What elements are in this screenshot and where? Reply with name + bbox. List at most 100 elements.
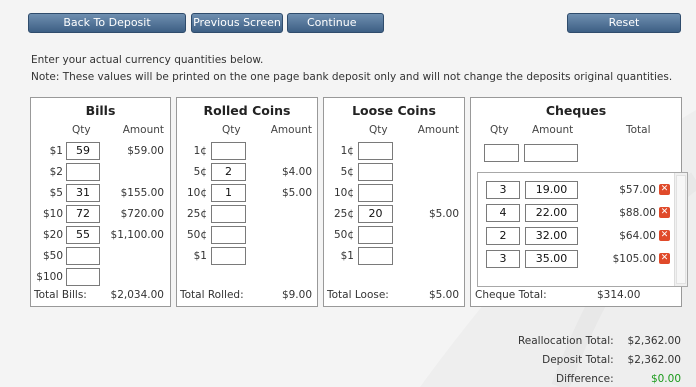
remove-cheque-icon[interactable]: ✕ bbox=[659, 253, 670, 264]
rolled-row-label: 10¢ bbox=[186, 187, 207, 199]
bills-row-label: $50 bbox=[42, 250, 63, 262]
loose-qty-input[interactable] bbox=[358, 247, 393, 265]
bills-row-label: $2 bbox=[49, 166, 63, 178]
loose-qty-input[interactable]: 20 bbox=[358, 205, 393, 223]
loose-row-label: 1¢ bbox=[340, 145, 354, 157]
rolled-qty-input[interactable] bbox=[211, 205, 246, 223]
note-text: Note: These values will be printed on th… bbox=[31, 71, 673, 83]
difference-row: Difference: $0.00 bbox=[556, 373, 681, 385]
loose-coins-panel: Loose Coins Qty Amount 1¢ 5¢ 10¢ 25¢ 20 … bbox=[323, 97, 465, 307]
bills-qty-input[interactable]: 59 bbox=[66, 142, 100, 160]
rolled-qty-input[interactable]: 1 bbox=[211, 184, 246, 202]
bills-row-amount: $1,100.00 bbox=[110, 229, 164, 241]
loose-qty-input[interactable] bbox=[358, 184, 393, 202]
bills-total-value: $2,034.00 bbox=[110, 289, 164, 301]
bills-qty-input[interactable] bbox=[66, 268, 100, 286]
reallocation-total-label: Reallocation Total: bbox=[517, 335, 614, 347]
bills-row-label: $10 bbox=[42, 208, 63, 220]
bills-row-amount: $155.00 bbox=[120, 187, 164, 199]
rolled-qty-input[interactable] bbox=[211, 247, 246, 265]
rolled-qty-input[interactable]: 2 bbox=[211, 163, 246, 181]
cheque-row-total: $57.00 bbox=[619, 184, 656, 196]
cheque-total-label: Cheque Total: bbox=[475, 289, 547, 301]
cheque-amount-input[interactable]: 22.00 bbox=[525, 204, 578, 222]
cheque-qty-input[interactable]: 4 bbox=[486, 204, 520, 222]
rolled-amount-header: Amount bbox=[270, 124, 312, 136]
bills-qty-input[interactable]: 72 bbox=[66, 205, 100, 223]
loose-total-value: $5.00 bbox=[428, 289, 459, 301]
cheque-row-total: $105.00 bbox=[612, 253, 656, 265]
cheques-amount-header: Amount bbox=[532, 124, 574, 136]
cheque-amount-input[interactable]: 32.00 bbox=[525, 227, 578, 245]
loose-qty-input[interactable] bbox=[358, 226, 393, 244]
new-cheque-qty-input[interactable] bbox=[484, 144, 519, 162]
deposit-total-row: Deposit Total: $2,362.00 bbox=[542, 354, 681, 366]
loose-row-label: 50¢ bbox=[333, 229, 354, 241]
bills-qty-input[interactable] bbox=[66, 247, 100, 265]
continue-button[interactable]: Continue bbox=[287, 13, 384, 33]
cheque-list-scrollbar[interactable] bbox=[674, 173, 687, 286]
reallocation-total-row: Reallocation Total: $2,362.00 bbox=[518, 335, 681, 347]
bills-row-label: $5 bbox=[49, 187, 63, 199]
rolled-total-value: $9.00 bbox=[281, 289, 312, 301]
instructions-text: Enter your actual currency quantities be… bbox=[31, 54, 264, 66]
rolled-row-label: $1 bbox=[193, 250, 207, 262]
rolled-row-label: 50¢ bbox=[186, 229, 207, 241]
cheque-amount-input[interactable]: 35.00 bbox=[525, 250, 578, 268]
new-cheque-amount-input[interactable] bbox=[524, 144, 578, 162]
rolled-total-label: Total Rolled: bbox=[180, 289, 244, 301]
cheque-qty-input[interactable]: 2 bbox=[486, 227, 520, 245]
cheque-row-total: $88.00 bbox=[619, 207, 656, 219]
loose-qty-input[interactable] bbox=[358, 142, 393, 160]
difference-value: $0.00 bbox=[650, 373, 681, 385]
cheque-total-value: $314.00 bbox=[597, 289, 641, 301]
reset-button[interactable]: Reset bbox=[567, 13, 681, 33]
cheque-amount-input[interactable]: 19.00 bbox=[525, 181, 578, 199]
bills-row-label: $1 bbox=[49, 145, 63, 157]
bills-qty-header: Qty bbox=[72, 124, 91, 136]
cheque-qty-input[interactable]: 3 bbox=[486, 250, 520, 268]
rolled-row-label: 5¢ bbox=[193, 166, 207, 178]
bills-row-amount: $59.00 bbox=[127, 145, 164, 157]
reallocation-total-value: $2,362.00 bbox=[627, 335, 681, 347]
difference-label: Difference: bbox=[555, 373, 614, 385]
rolled-row-amount: $5.00 bbox=[281, 187, 312, 199]
bills-row-label: $20 bbox=[42, 229, 63, 241]
cheques-total-header: Total bbox=[626, 124, 651, 136]
remove-cheque-icon[interactable]: ✕ bbox=[659, 184, 670, 195]
bills-row-amount: $720.00 bbox=[120, 208, 164, 220]
remove-cheque-icon[interactable]: ✕ bbox=[659, 207, 670, 218]
previous-screen-button[interactable]: Previous Screen bbox=[191, 13, 283, 33]
bills-qty-input[interactable]: 31 bbox=[66, 184, 100, 202]
bills-qty-input[interactable] bbox=[66, 163, 100, 181]
rolled-qty-input[interactable] bbox=[211, 226, 246, 244]
loose-row-label: 5¢ bbox=[340, 166, 354, 178]
loose-amount-header: Amount bbox=[417, 124, 459, 136]
back-to-deposit-button[interactable]: Back To Deposit bbox=[28, 13, 186, 33]
loose-qty-input[interactable] bbox=[358, 163, 393, 181]
cheques-title: Cheques bbox=[545, 103, 607, 118]
bills-panel: Bills Qty Amount $1 59 $59.00 $2 $5 31 $… bbox=[30, 97, 171, 307]
remove-cheque-icon[interactable]: ✕ bbox=[659, 230, 670, 241]
deposit-total-label: Deposit Total: bbox=[542, 354, 614, 366]
loose-coins-title: Loose Coins bbox=[352, 103, 436, 118]
bills-qty-input[interactable]: 55 bbox=[66, 226, 100, 244]
rolled-row-label: 1¢ bbox=[193, 145, 207, 157]
loose-total-label: Total Loose: bbox=[327, 289, 389, 301]
cheque-qty-input[interactable]: 3 bbox=[486, 181, 520, 199]
deposit-total-value: $2,362.00 bbox=[627, 354, 681, 366]
bills-row-label: $100 bbox=[36, 271, 63, 283]
cheque-row-total: $64.00 bbox=[619, 230, 656, 242]
rolled-row-amount: $4.00 bbox=[281, 166, 312, 178]
cheque-list[interactable]: 3 19.00 $57.00 ✕ 4 22.00 $88.00 ✕ 2 32.0… bbox=[477, 172, 688, 287]
cheques-panel: Cheques Qty Amount Total 3 19.00 $57.00 … bbox=[470, 97, 688, 307]
loose-row-label: 10¢ bbox=[333, 187, 354, 199]
rolled-coins-title: Rolled Coins bbox=[203, 103, 291, 118]
loose-row-amount: $5.00 bbox=[428, 208, 459, 220]
rolled-qty-input[interactable] bbox=[211, 142, 246, 160]
rolled-qty-header: Qty bbox=[222, 124, 241, 136]
rolled-coins-panel: Rolled Coins Qty Amount 1¢ 5¢ 2 $4.00 10… bbox=[176, 97, 318, 307]
rolled-row-label: 25¢ bbox=[186, 208, 207, 220]
scrollbar-thumb[interactable] bbox=[676, 175, 686, 284]
loose-row-label: $1 bbox=[340, 250, 354, 262]
